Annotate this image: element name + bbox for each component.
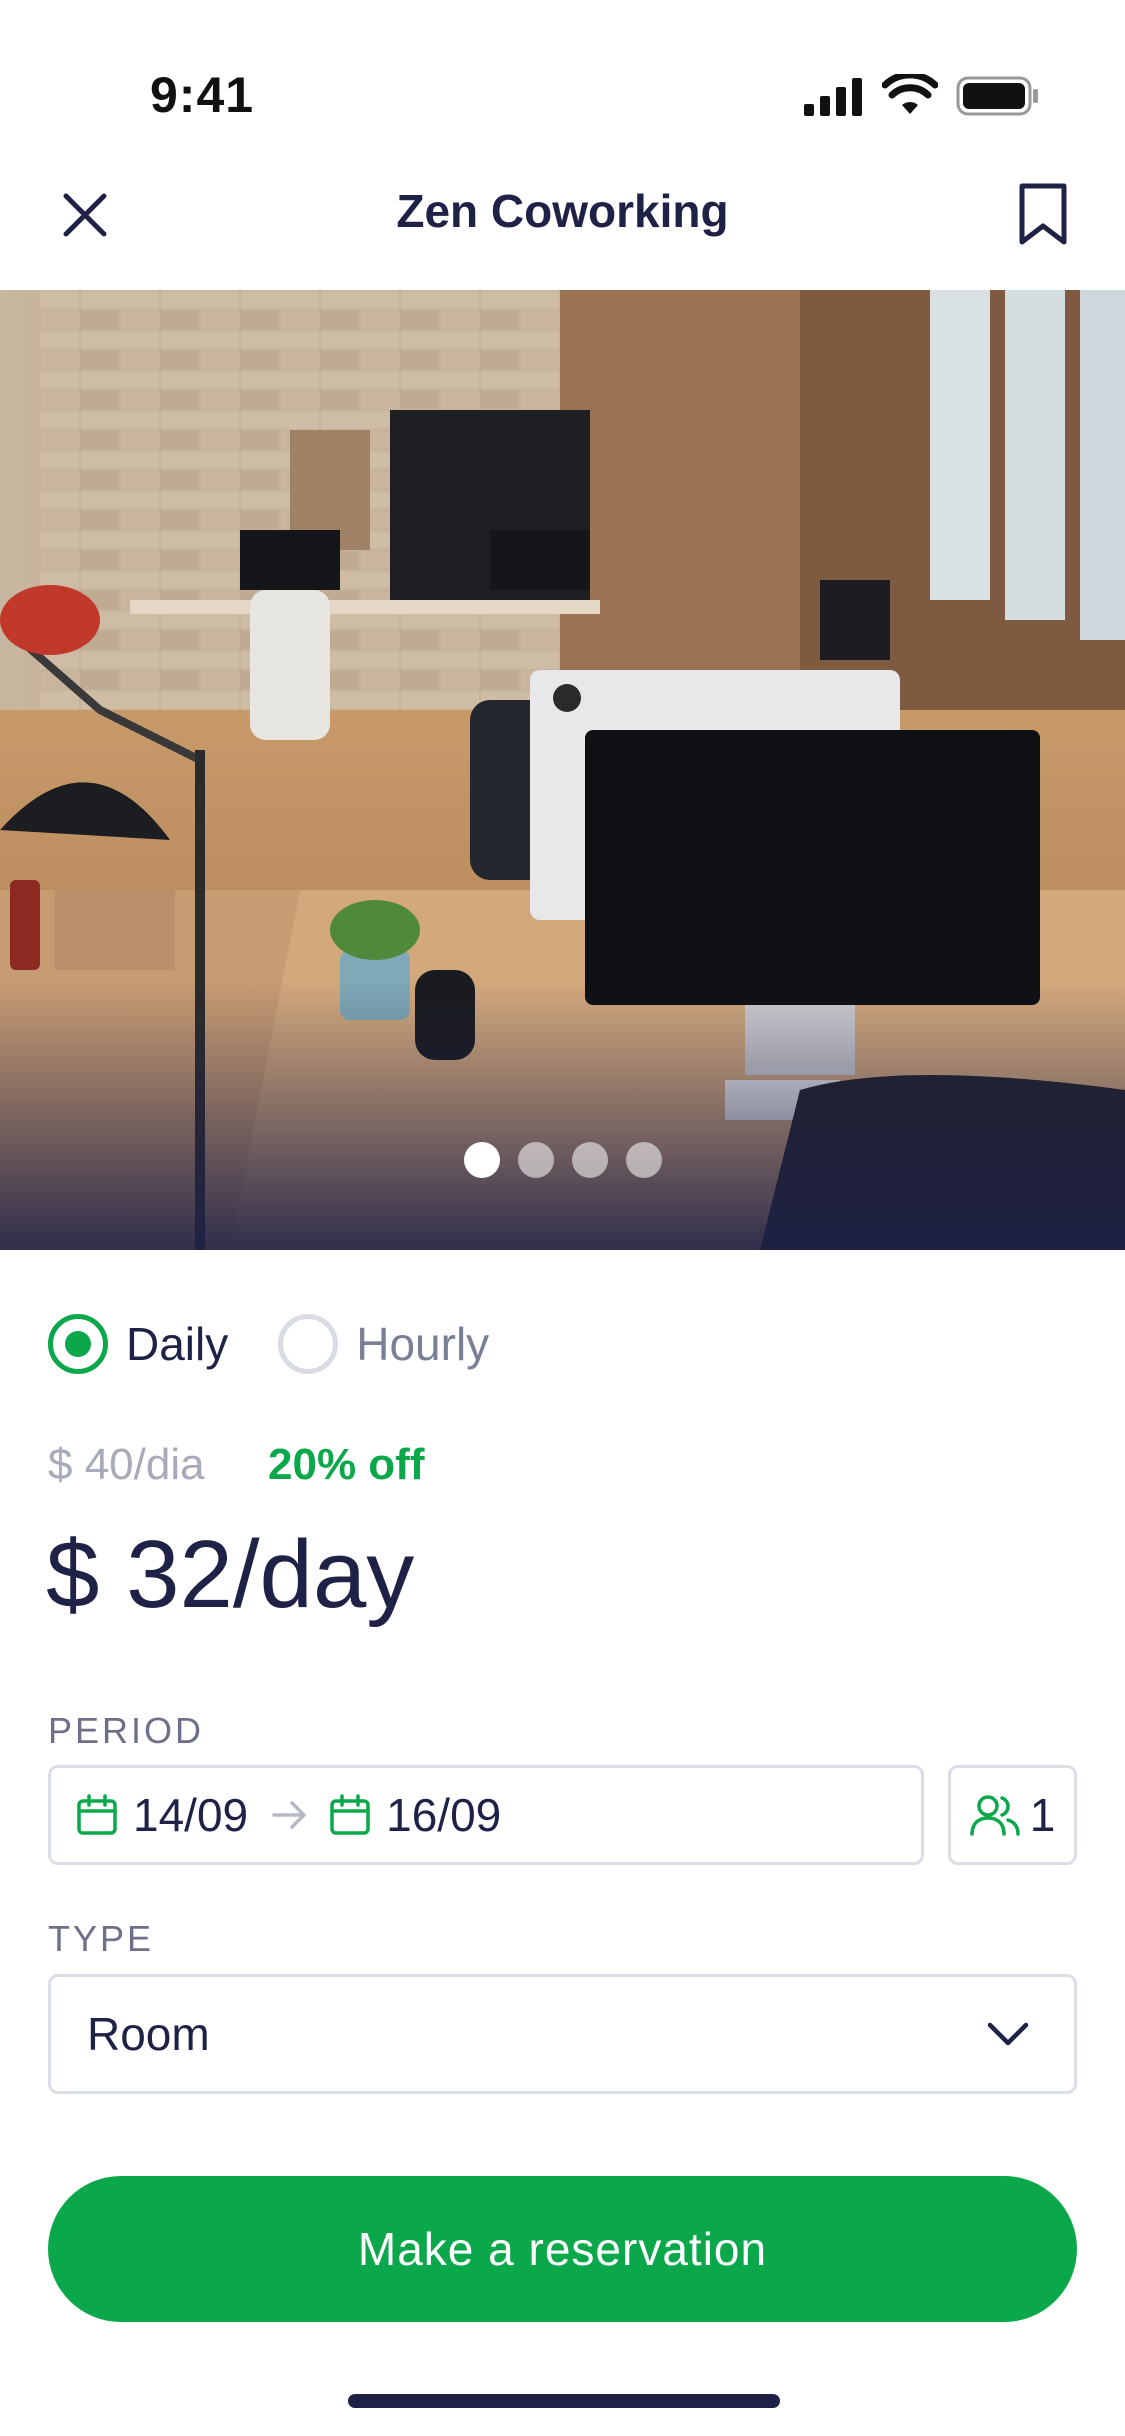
header: Zen Coworking: [0, 160, 1125, 270]
bookmark-icon: [1019, 183, 1067, 245]
office-photo: [0, 290, 1125, 1250]
calendar-icon: [330, 1794, 370, 1835]
battery-icon: [956, 76, 1038, 116]
end-date: 16/09: [386, 1789, 502, 1841]
home-indicator: [348, 2394, 780, 2408]
page-title: Zen Coworking: [396, 185, 729, 237]
make-reservation-button[interactable]: Make a reservation: [48, 2176, 1077, 2322]
radio-unchecked-icon: [278, 1314, 339, 1374]
radio-hourly[interactable]: Hourly: [278, 1314, 489, 1374]
carousel-dot[interactable]: [517, 1142, 554, 1178]
radio-label: Daily: [126, 1318, 229, 1370]
carousel-dots: [0, 1142, 1125, 1178]
type-select[interactable]: Room: [48, 1974, 1077, 2094]
period-label: PERIOD: [48, 1710, 205, 1751]
gallery-image[interactable]: [0, 290, 1125, 1250]
original-price: $ 40/dia: [48, 1440, 205, 1489]
radio-label: Hourly: [356, 1318, 490, 1370]
wifi-icon: [882, 74, 938, 114]
radio-checked-icon: [48, 1314, 108, 1374]
bookmark-button[interactable]: [1008, 174, 1078, 254]
arrow-right-icon: [272, 1801, 306, 1829]
discount-badge: 20% off: [268, 1440, 425, 1489]
status-time: 9:41: [150, 67, 255, 123]
radio-daily[interactable]: Daily: [48, 1314, 228, 1374]
carousel-dot[interactable]: [463, 1142, 500, 1178]
carousel-dot[interactable]: [625, 1142, 662, 1178]
period-field[interactable]: 14/09 16/09: [48, 1765, 924, 1865]
calendar-icon: [77, 1794, 117, 1835]
guests-field[interactable]: 1: [948, 1765, 1077, 1865]
signal-icon: [804, 78, 862, 116]
current-price: $ 32/day: [46, 1521, 415, 1628]
guest-count: 1: [1029, 1789, 1056, 1841]
rate-options: Daily Hourly: [48, 1312, 539, 1376]
carousel-dot[interactable]: [571, 1142, 608, 1178]
status-bar: 9:41: [0, 0, 1125, 130]
users-icon: [969, 1795, 1020, 1836]
type-value: Room: [87, 2008, 210, 2060]
start-date: 14/09: [133, 1789, 249, 1841]
chevron-down-icon: [987, 2022, 1029, 2046]
type-label: TYPE: [48, 1918, 155, 1959]
